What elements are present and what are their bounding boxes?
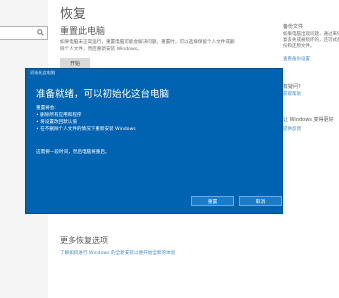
list-item: • 将设置改回默认值 bbox=[36, 120, 77, 125]
cancel-button[interactable]: 取消 bbox=[239, 196, 282, 206]
dialog-caption: 初始化此电脑 bbox=[30, 70, 56, 75]
list-item: • 删除所有应用和程序 bbox=[36, 113, 82, 118]
dialog-titlebar[interactable]: 初始化此电脑 bbox=[26, 69, 282, 78]
reset-dialog: 初始化此电脑 准备就绪，可以初始化这台电脑 重置将会: • 删除所有应用和程序 … bbox=[26, 69, 282, 213]
list-item: • 在不删除个人文件的情况下重新安装 Windows bbox=[36, 127, 136, 132]
reset-button[interactable]: 重置 bbox=[191, 196, 234, 206]
dialog-effects-list: • 删除所有应用和程序 • 将设置改回默认值 • 在不删除个人文件的情况下重新安… bbox=[36, 112, 136, 133]
dialog-note: 这需要一段时间，然后电脑将重启。 bbox=[36, 150, 110, 155]
dialog-intro: 重置将会: bbox=[36, 106, 56, 111]
dialog-heading: 准备就绪，可以初始化这台电脑 bbox=[36, 89, 170, 100]
